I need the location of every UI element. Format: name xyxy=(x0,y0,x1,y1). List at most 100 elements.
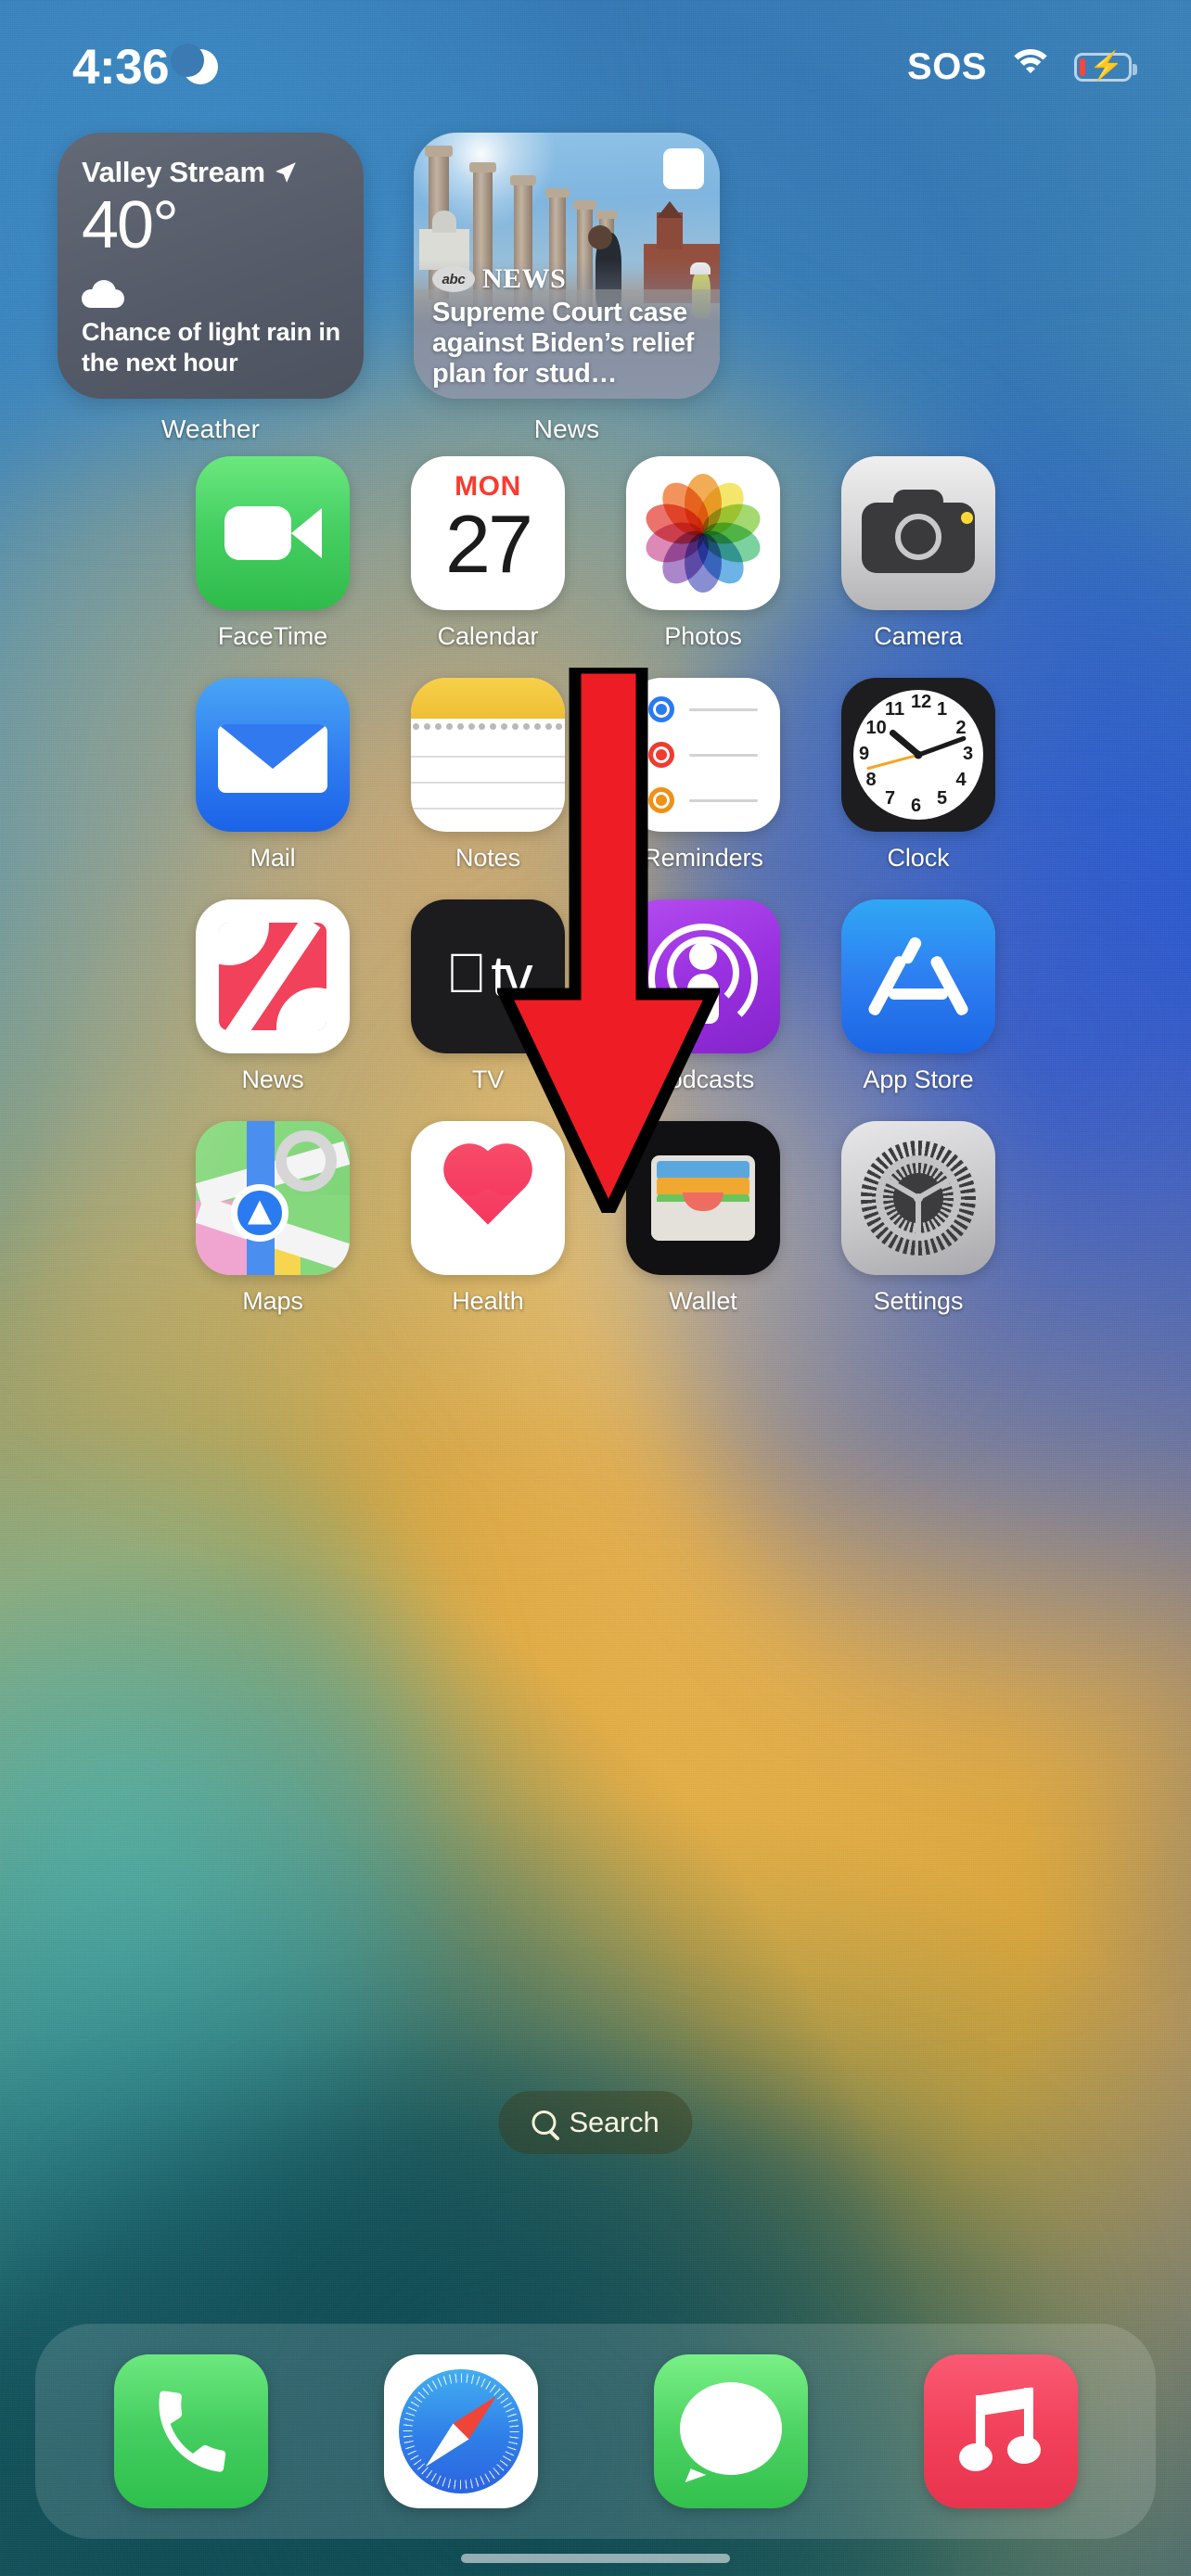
app-photos[interactable]: Photos xyxy=(626,456,780,651)
weather-city-row: Valley Stream xyxy=(82,156,339,189)
clock-numeral: 1 xyxy=(937,698,948,720)
app-calendar[interactable]: MON 27 Calendar xyxy=(411,456,565,651)
app-app-store[interactable]: App Store xyxy=(841,899,995,1094)
status-bar-right: SOS ⚡ xyxy=(907,45,1137,88)
dock xyxy=(35,2324,1156,2539)
clock-numeral: 8 xyxy=(865,770,877,790)
maps-icon[interactable] xyxy=(196,1121,350,1275)
clock-numeral: 12 xyxy=(911,692,932,712)
podcasts-icon[interactable] xyxy=(626,899,780,1053)
home-screen: 4:36 SOS ⚡ Valley Stream 40° Chance of l… xyxy=(0,0,1191,2576)
calendar-day-number: 27 xyxy=(445,498,533,590)
app-reminders[interactable]: Reminders xyxy=(626,678,780,873)
app-label: Notes xyxy=(455,844,521,872)
battery-charging-icon: ⚡ xyxy=(1074,51,1137,82)
app-tv[interactable]:  tv TV xyxy=(411,899,565,1094)
messages-icon[interactable] xyxy=(653,2354,808,2508)
app-label: Clock xyxy=(887,844,950,872)
sos-indicator: SOS xyxy=(907,45,987,87)
location-arrow-icon xyxy=(275,162,296,183)
app-grid: FaceTime MON 27 Calendar Photos Camera M… xyxy=(0,456,1191,1343)
clock-hand xyxy=(917,735,967,758)
wifi-icon xyxy=(1007,49,1054,84)
app-label: News xyxy=(241,1065,304,1093)
app-news[interactable]: News xyxy=(196,899,350,1094)
facetime-icon[interactable] xyxy=(196,456,350,610)
apple-logo-icon:  xyxy=(445,946,487,1001)
app-label: FaceTime xyxy=(217,622,328,650)
app-label: Wallet xyxy=(669,1287,737,1315)
app-label: Health xyxy=(452,1287,524,1315)
safari-icon[interactable] xyxy=(383,2354,538,2508)
search-label: Search xyxy=(569,2106,660,2138)
news-headline: Supreme Court case against Biden’s relie… xyxy=(432,297,694,389)
clock-numeral: 6 xyxy=(911,796,922,816)
app-notes[interactable]: Notes xyxy=(411,678,565,873)
clock-numeral: 4 xyxy=(955,770,967,790)
mail-icon[interactable] xyxy=(196,678,350,832)
reminders-icon[interactable] xyxy=(626,678,780,832)
clock-numeral: 9 xyxy=(859,744,870,764)
clock-hand xyxy=(865,753,919,771)
weather-temperature: 40° xyxy=(82,188,179,262)
status-bar-left: 4:36 xyxy=(72,43,219,92)
app-label: Camera xyxy=(874,622,963,650)
app-store-icon[interactable] xyxy=(841,899,995,1053)
news-widget[interactable]: abc NEWS Supreme Court case against Bide… xyxy=(414,133,720,399)
moon-icon xyxy=(171,44,219,85)
app-row-3: News  tv TV Podcasts xyxy=(0,899,1191,1121)
app-row-4: Maps Health Wallet Settings xyxy=(0,1121,1191,1343)
app-label: Podcasts xyxy=(651,1065,755,1093)
weather-widget-label: Weather xyxy=(160,414,260,443)
search-icon xyxy=(531,2111,557,2135)
app-label: App Store xyxy=(863,1065,974,1093)
phone-handset-glyph xyxy=(158,2391,225,2472)
app-row-2: Mail Notes Reminders 12 1 2 3 4 5 6 7 8 … xyxy=(0,678,1191,899)
app-facetime[interactable]: FaceTime xyxy=(196,456,350,651)
app-row-1: FaceTime MON 27 Calendar Photos Camera xyxy=(0,456,1191,678)
phone-icon[interactable] xyxy=(113,2354,268,2508)
settings-icon[interactable] xyxy=(841,1121,995,1275)
camera-icon[interactable] xyxy=(841,456,995,610)
app-camera[interactable]: Camera xyxy=(841,456,995,651)
calendar-icon[interactable]: MON 27 xyxy=(411,456,565,610)
app-label: Maps xyxy=(242,1287,303,1315)
tv-icon[interactable]:  tv xyxy=(411,899,565,1053)
app-mail[interactable]: Mail xyxy=(196,678,350,873)
app-maps[interactable]: Maps xyxy=(196,1121,350,1316)
app-podcasts[interactable]: Podcasts xyxy=(626,899,780,1094)
app-settings[interactable]: Settings xyxy=(841,1121,995,1316)
weather-widget[interactable]: Valley Stream 40° Chance of light rain i… xyxy=(58,133,364,399)
news-source-row: abc NEWS xyxy=(432,263,566,295)
app-label: TV xyxy=(471,1065,505,1093)
status-bar: 4:36 SOS ⚡ xyxy=(0,0,1191,109)
search-button[interactable]: Search xyxy=(498,2091,693,2154)
news-source-name: NEWS xyxy=(482,263,567,294)
home-indicator xyxy=(461,2554,730,2563)
clock-numeral: 7 xyxy=(885,788,896,810)
news-icon[interactable] xyxy=(196,899,350,1053)
clock-center-hub xyxy=(914,750,923,759)
health-icon[interactable] xyxy=(411,1121,565,1275)
app-label: Mail xyxy=(250,844,296,872)
photos-icon[interactable] xyxy=(626,456,780,610)
app-label: Reminders xyxy=(643,844,763,872)
app-wallet[interactable]: Wallet xyxy=(626,1121,780,1316)
wallet-icon[interactable] xyxy=(626,1121,780,1275)
news-app-badge-icon xyxy=(663,148,704,189)
app-label: Settings xyxy=(873,1287,964,1315)
weather-widget-wrap: Valley Stream 40° Chance of light rain i… xyxy=(58,133,364,444)
app-health[interactable]: Health xyxy=(411,1121,565,1316)
notes-icon[interactable] xyxy=(411,678,565,832)
clock-numeral: 3 xyxy=(963,744,974,764)
clock-icon[interactable]: 12 1 2 3 4 5 6 7 8 9 10 11 xyxy=(841,678,995,832)
clock-numeral: 5 xyxy=(937,788,948,810)
news-widget-label: News xyxy=(533,414,600,443)
tv-wordmark: tv xyxy=(469,944,532,1009)
clock-numeral: 10 xyxy=(865,718,887,738)
news-widget-wrap: abc NEWS Supreme Court case against Bide… xyxy=(414,133,720,444)
music-icon[interactable] xyxy=(923,2354,1078,2508)
weather-description: Chance of light rain in the next hour xyxy=(82,318,340,377)
app-clock[interactable]: 12 1 2 3 4 5 6 7 8 9 10 11 Clock xyxy=(841,678,995,873)
weather-footer: Chance of light rain in the next hour xyxy=(82,280,345,378)
